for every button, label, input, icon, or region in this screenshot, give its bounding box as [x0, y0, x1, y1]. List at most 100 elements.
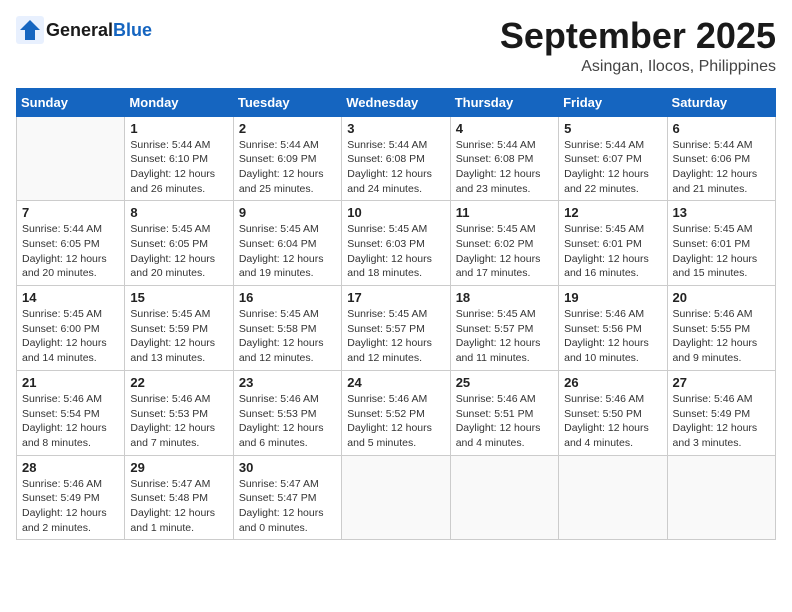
day-info: Sunrise: 5:45 AM Sunset: 6:03 PM Dayligh… [347, 222, 444, 281]
calendar-cell: 16 Sunrise: 5:45 AM Sunset: 5:58 PM Dayli… [233, 286, 341, 371]
day-info: Sunrise: 5:45 AM Sunset: 6:05 PM Dayligh… [130, 222, 227, 281]
day-info: Sunrise: 5:46 AM Sunset: 5:51 PM Dayligh… [456, 392, 553, 451]
day-number: 30 [239, 460, 336, 475]
calendar-week-1: 1Sunrise: 5:44 AM Sunset: 6:10 PM Daylig… [17, 116, 776, 201]
calendar-header-row: SundayMondayTuesdayWednesdayThursdayFrid… [17, 88, 776, 116]
day-info: Sunrise: 5:46 AM Sunset: 5:52 PM Dayligh… [347, 392, 444, 451]
day-info: Sunrise: 5:44 AM Sunset: 6:05 PM Dayligh… [22, 222, 119, 281]
logo-general-text: GeneralBlue [46, 20, 152, 41]
day-info: Sunrise: 5:45 AM Sunset: 5:58 PM Dayligh… [239, 307, 336, 366]
day-number: 7 [22, 205, 119, 220]
day-number: 14 [22, 290, 119, 305]
day-info: Sunrise: 5:46 AM Sunset: 5:53 PM Dayligh… [239, 392, 336, 451]
day-number: 19 [564, 290, 661, 305]
day-number: 26 [564, 375, 661, 390]
day-info: Sunrise: 5:46 AM Sunset: 5:49 PM Dayligh… [673, 392, 770, 451]
day-number: 11 [456, 205, 553, 220]
day-number: 15 [130, 290, 227, 305]
calendar-cell: 23 Sunrise: 5:46 AM Sunset: 5:53 PM Dayli… [233, 370, 341, 455]
day-number: 23 [239, 375, 336, 390]
calendar-cell: 25 Sunrise: 5:46 AM Sunset: 5:51 PM Dayli… [450, 370, 558, 455]
calendar-week-3: 14Sunrise: 5:45 AM Sunset: 6:00 PM Dayli… [17, 286, 776, 371]
day-info: Sunrise: 5:46 AM Sunset: 5:55 PM Dayligh… [673, 307, 770, 366]
day-number: 22 [130, 375, 227, 390]
calendar-cell: 5 Sunrise: 5:44 AM Sunset: 6:07 PM Daylig… [559, 116, 667, 201]
day-info: Sunrise: 5:46 AM Sunset: 5:53 PM Dayligh… [130, 392, 227, 451]
day-number: 24 [347, 375, 444, 390]
calendar-cell [17, 116, 125, 201]
column-header-tuesday: Tuesday [233, 88, 341, 116]
logo-icon [16, 16, 44, 44]
calendar-cell: 30 Sunrise: 5:47 AM Sunset: 5:47 PM Dayli… [233, 455, 341, 540]
day-info: Sunrise: 5:45 AM Sunset: 6:04 PM Dayligh… [239, 222, 336, 281]
calendar-cell: 2Sunrise: 5:44 AM Sunset: 6:09 PM Daylig… [233, 116, 341, 201]
day-number: 27 [673, 375, 770, 390]
day-info: Sunrise: 5:46 AM Sunset: 5:54 PM Dayligh… [22, 392, 119, 451]
column-header-sunday: Sunday [17, 88, 125, 116]
day-info: Sunrise: 5:46 AM Sunset: 5:50 PM Dayligh… [564, 392, 661, 451]
day-info: Sunrise: 5:45 AM Sunset: 6:01 PM Dayligh… [564, 222, 661, 281]
location: Asingan, Ilocos, Philippines [500, 58, 776, 76]
calendar-cell: 29 Sunrise: 5:47 AM Sunset: 5:48 PM Dayli… [125, 455, 233, 540]
day-number: 13 [673, 205, 770, 220]
calendar-cell: 22 Sunrise: 5:46 AM Sunset: 5:53 PM Dayli… [125, 370, 233, 455]
day-info: Sunrise: 5:45 AM Sunset: 6:01 PM Dayligh… [673, 222, 770, 281]
calendar-cell: 9Sunrise: 5:45 AM Sunset: 6:04 PM Daylig… [233, 201, 341, 286]
day-number: 3 [347, 121, 444, 136]
calendar-cell: 4 Sunrise: 5:44 AM Sunset: 6:08 PM Daylig… [450, 116, 558, 201]
day-number: 21 [22, 375, 119, 390]
page-header: GeneralBlue September 2025 Asingan, Iloc… [16, 16, 776, 76]
calendar-cell: 20 Sunrise: 5:46 AM Sunset: 5:55 PM Dayli… [667, 286, 775, 371]
day-number: 4 [456, 121, 553, 136]
day-info: Sunrise: 5:44 AM Sunset: 6:06 PM Dayligh… [673, 138, 770, 197]
calendar-week-4: 21 Sunrise: 5:46 AM Sunset: 5:54 PM Dayli… [17, 370, 776, 455]
title-block: September 2025 Asingan, Ilocos, Philippi… [500, 16, 776, 76]
calendar-cell [667, 455, 775, 540]
calendar-cell: 12 Sunrise: 5:45 AM Sunset: 6:01 PM Dayli… [559, 201, 667, 286]
column-header-friday: Friday [559, 88, 667, 116]
calendar-cell: 13 Sunrise: 5:45 AM Sunset: 6:01 PM Dayli… [667, 201, 775, 286]
day-info: Sunrise: 5:47 AM Sunset: 5:47 PM Dayligh… [239, 477, 336, 536]
day-info: Sunrise: 5:47 AM Sunset: 5:48 PM Dayligh… [130, 477, 227, 536]
calendar-cell: 21 Sunrise: 5:46 AM Sunset: 5:54 PM Dayli… [17, 370, 125, 455]
calendar-cell: 11 Sunrise: 5:45 AM Sunset: 6:02 PM Dayli… [450, 201, 558, 286]
calendar-week-5: 28Sunrise: 5:46 AM Sunset: 5:49 PM Dayli… [17, 455, 776, 540]
day-number: 18 [456, 290, 553, 305]
day-number: 2 [239, 121, 336, 136]
calendar-cell: 26 Sunrise: 5:46 AM Sunset: 5:50 PM Dayli… [559, 370, 667, 455]
calendar-table: SundayMondayTuesdayWednesdayThursdayFrid… [16, 88, 776, 541]
day-number: 10 [347, 205, 444, 220]
day-number: 29 [130, 460, 227, 475]
calendar-cell: 14Sunrise: 5:45 AM Sunset: 6:00 PM Dayli… [17, 286, 125, 371]
day-info: Sunrise: 5:45 AM Sunset: 5:57 PM Dayligh… [456, 307, 553, 366]
calendar-cell: 7 Sunrise: 5:44 AM Sunset: 6:05 PM Daylig… [17, 201, 125, 286]
calendar-cell: 27 Sunrise: 5:46 AM Sunset: 5:49 PM Dayli… [667, 370, 775, 455]
calendar-cell: 17Sunrise: 5:45 AM Sunset: 5:57 PM Dayli… [342, 286, 450, 371]
calendar-cell [342, 455, 450, 540]
calendar-cell: 18 Sunrise: 5:45 AM Sunset: 5:57 PM Dayli… [450, 286, 558, 371]
calendar-cell: 10 Sunrise: 5:45 AM Sunset: 6:03 PM Dayli… [342, 201, 450, 286]
day-number: 1 [130, 121, 227, 136]
day-number: 6 [673, 121, 770, 136]
calendar-cell [450, 455, 558, 540]
day-info: Sunrise: 5:45 AM Sunset: 6:02 PM Dayligh… [456, 222, 553, 281]
day-number: 20 [673, 290, 770, 305]
day-number: 28 [22, 460, 119, 475]
calendar-cell: 6 Sunrise: 5:44 AM Sunset: 6:06 PM Daylig… [667, 116, 775, 201]
day-number: 12 [564, 205, 661, 220]
calendar-cell: 8 Sunrise: 5:45 AM Sunset: 6:05 PM Daylig… [125, 201, 233, 286]
day-number: 5 [564, 121, 661, 136]
calendar-cell: 1Sunrise: 5:44 AM Sunset: 6:10 PM Daylig… [125, 116, 233, 201]
day-info: Sunrise: 5:46 AM Sunset: 5:56 PM Dayligh… [564, 307, 661, 366]
day-number: 8 [130, 205, 227, 220]
calendar-cell: 28Sunrise: 5:46 AM Sunset: 5:49 PM Dayli… [17, 455, 125, 540]
day-number: 25 [456, 375, 553, 390]
calendar-cell [559, 455, 667, 540]
column-header-saturday: Saturday [667, 88, 775, 116]
day-info: Sunrise: 5:44 AM Sunset: 6:07 PM Dayligh… [564, 138, 661, 197]
day-info: Sunrise: 5:45 AM Sunset: 5:59 PM Dayligh… [130, 307, 227, 366]
day-info: Sunrise: 5:44 AM Sunset: 6:08 PM Dayligh… [456, 138, 553, 197]
logo: GeneralBlue [16, 16, 152, 44]
day-number: 16 [239, 290, 336, 305]
day-number: 17 [347, 290, 444, 305]
